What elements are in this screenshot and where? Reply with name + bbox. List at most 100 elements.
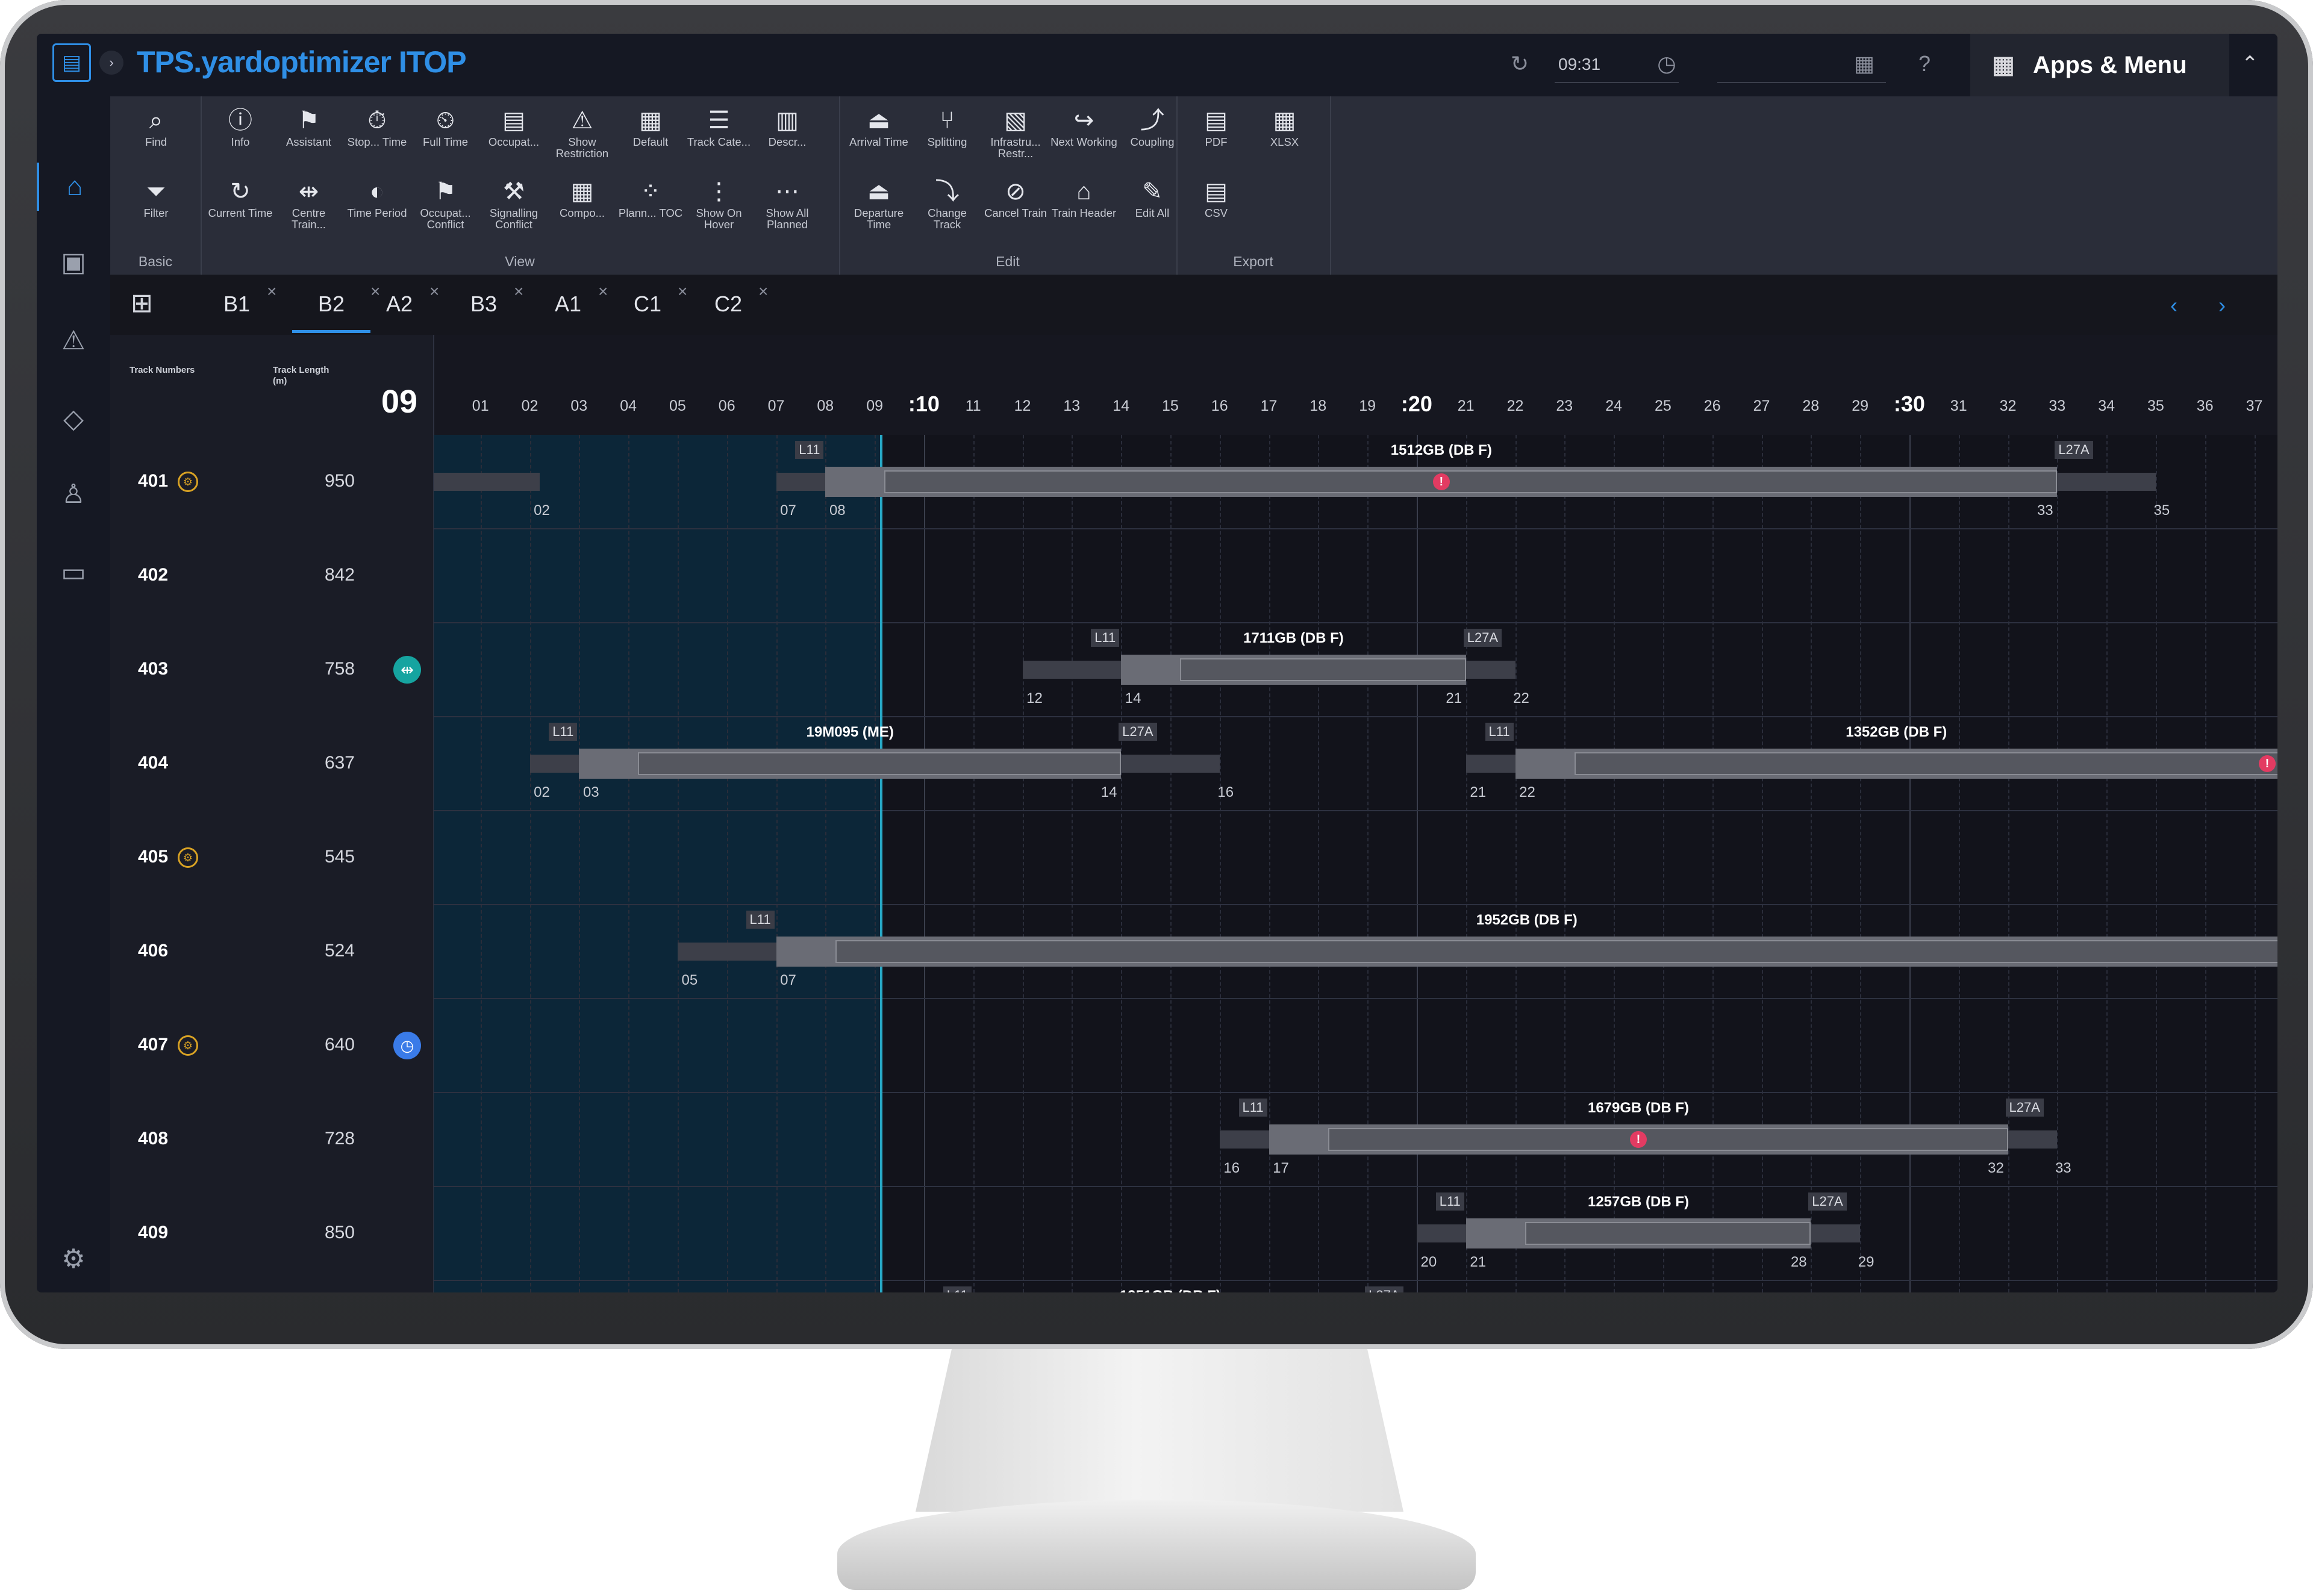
time-tick-label: 36 (2196, 397, 2214, 414)
ribbon-button-departure-time[interactable]: ⏏ Departure Time (845, 176, 913, 243)
track-warning-icon[interactable]: ⚙ (178, 1035, 198, 1056)
entry-line-tag: L11 (1238, 1099, 1267, 1117)
expand-nav-button[interactable]: › (99, 51, 123, 75)
tab-close-icon[interactable]: × (758, 282, 768, 301)
help-icon[interactable]: ? (1910, 49, 1939, 78)
apps-menu-label: Apps & Menu (2033, 51, 2187, 78)
ribbon-button-assistant[interactable]: ⚑ Assistant (275, 105, 343, 172)
train-icon[interactable]: ▣ (37, 238, 110, 286)
time-tick-label: 23 (1556, 397, 1573, 414)
ribbon-button-plann-toc[interactable]: ⁘ Plann... TOC (617, 176, 684, 243)
ribbon-button-default[interactable]: ▦ Default (617, 105, 684, 172)
time-period-icon: ◐ (369, 178, 385, 205)
conflict-alert-icon[interactable]: ! (1630, 1131, 1647, 1148)
clock-status-icon[interactable]: ◷ (393, 1032, 421, 1059)
train-departure-segment (2057, 473, 2156, 491)
route-icon[interactable]: ◇ (37, 394, 110, 443)
train-title: 1512GB (DB F) (1390, 442, 1492, 458)
ribbon-button-track-cate[interactable]: ☰ Track Cate... (685, 105, 753, 172)
ribbon-button-descr[interactable]: ▥ Descr... (754, 105, 821, 172)
warning-icon[interactable]: ⚠ (37, 316, 110, 364)
ribbon-button-xlsx[interactable]: ▦ XLSX (1251, 105, 1319, 172)
show-restriction-icon: ⚠ (571, 107, 593, 134)
occupat-conflict-icon: ⚑ (434, 178, 457, 205)
ribbon-button-arrival-time[interactable]: ⏏ Arrival Time (845, 105, 913, 172)
ribbon-button-centre-train[interactable]: ⇹ Centre Train... (275, 176, 343, 243)
ribbon-group-basic: Basic ⌕ Find ⏷ Filter (110, 96, 202, 275)
grid-line-horizontal (434, 1092, 2277, 1093)
entry-line-tag: L11 (1091, 629, 1120, 647)
ribbon-button-full-time[interactable]: ⏲ Full Time (412, 105, 479, 172)
ribbon-button-info[interactable]: ⓘ Info (207, 105, 274, 172)
ribbon-button-pdf[interactable]: ▤ PDF (1182, 105, 1250, 172)
ribbon-button-train-header[interactable]: ⌂ Train Header (1050, 176, 1118, 243)
ribbon-button-cancel-train[interactable]: ⊘ Cancel Train (982, 176, 1049, 243)
tab-a2[interactable]: A2 (375, 291, 423, 330)
ribbon-button-csv[interactable]: ▤ CSV (1182, 176, 1250, 243)
tab-c1[interactable]: C1 (623, 291, 672, 330)
ribbon-button-stop-time[interactable]: ⏱ Stop... Time (343, 105, 411, 172)
ribbon-button-filter[interactable]: ⏷ Filter (122, 176, 190, 243)
train-title: 1952GB (DB F) (1476, 912, 1578, 928)
hour-label: 09 (381, 384, 418, 420)
clock-icon[interactable]: ◷ (1652, 49, 1681, 78)
scroll-left-icon[interactable]: ‹ (2170, 293, 2177, 318)
conflict-alert-icon[interactable]: ! (1432, 473, 1450, 490)
tab-a1[interactable]: A1 (544, 291, 592, 330)
ribbon-button-signalling-conflict[interactable]: ⚒ Signalling Conflict (480, 176, 548, 243)
ribbon-button-next-working[interactable]: ↪ Next Working (1050, 105, 1118, 172)
track-warning-icon[interactable]: ⚙ (178, 847, 198, 868)
app-logo-icon[interactable]: ▤ (52, 43, 91, 82)
ribbon-button-time-period[interactable]: ◐ Time Period (343, 176, 411, 243)
ribbon-button-splitting[interactable]: ⑂ Splitting (914, 105, 981, 172)
tab-close-icon[interactable]: × (514, 282, 523, 301)
ribbon-button-label: Assistant (286, 136, 332, 148)
track-length: 524 (324, 941, 355, 961)
refresh-icon[interactable]: ↻ (1505, 49, 1534, 78)
timeline-plot[interactable]: 1512GB (DB F) L11 L27A! 07 08 33 35 1711GB (DB … (434, 435, 2277, 1292)
ribbon-button-occupat[interactable]: ▤ Occupat... (480, 105, 548, 172)
grid-line-vertical (1712, 435, 1714, 1292)
ribbon-group-export: Export ▤ PDF ▦ XLSX ▤ CSV (1176, 96, 1331, 275)
grid-line-vertical (923, 435, 925, 1292)
grid-line-vertical (726, 435, 728, 1292)
current-time-icon: ↻ (230, 178, 251, 205)
layout-grid-icon[interactable]: ⊞ (131, 288, 153, 319)
current-time-line (880, 435, 882, 1292)
ribbon-button-change-track[interactable]: ⤵ Change Track (914, 176, 981, 243)
split-status-icon[interactable]: ⇹ (393, 656, 421, 684)
track-length: 758 (324, 659, 355, 679)
status-column (379, 335, 434, 1292)
ribbon-button-infrastru-restr[interactable]: ▧ Infrastru... Restr... (982, 105, 1049, 172)
tab-b1[interactable]: B1 (213, 291, 261, 330)
home-icon[interactable]: ⌂ (37, 163, 110, 211)
ribbon-button-show-all-planned[interactable]: ⋯ Show All Planned (754, 176, 821, 243)
calendar-icon[interactable]: ▦ (1850, 49, 1879, 78)
tab-close-icon[interactable]: × (267, 282, 276, 301)
tab-b3[interactable]: B3 (460, 291, 508, 330)
train-approach-segment (434, 473, 540, 491)
ribbon-button-show-restriction[interactable]: ⚠ Show Restriction (549, 105, 616, 172)
scroll-right-icon[interactable]: › (2218, 293, 2226, 318)
tab-close-icon[interactable]: × (598, 282, 608, 301)
user-icon[interactable]: ♙ (37, 470, 110, 518)
tab-c2[interactable]: C2 (704, 291, 752, 330)
grid-line-vertical (1022, 435, 1024, 1292)
tab-close-icon[interactable]: × (678, 282, 687, 301)
ribbon-button-show-on-hover[interactable]: ⋮ Show On Hover (685, 176, 753, 243)
tab-close-icon[interactable]: × (429, 282, 439, 301)
apps-menu-button[interactable]: ▦ Apps & Menu (1970, 34, 2229, 96)
ribbon-group-title: View (505, 254, 535, 269)
ribbon-button-compo[interactable]: ▦ Compo... (549, 176, 616, 243)
collapse-ribbon-icon[interactable]: ⌃ (2241, 52, 2259, 76)
track-warning-icon[interactable]: ⚙ (178, 472, 198, 492)
messages-icon[interactable]: ▭ (37, 548, 110, 596)
ribbon-button-find[interactable]: ⌕ Find (122, 105, 190, 172)
settings-icon[interactable]: ⚙ (37, 1235, 110, 1283)
train-approach-segment (1466, 755, 1515, 773)
ribbon-button-occupat-conflict[interactable]: ⚑ Occupat... Conflict (412, 176, 479, 243)
ribbon-button-current-time[interactable]: ↻ Current Time (207, 176, 274, 243)
tab-b2[interactable]: B2 (292, 291, 370, 333)
grid-line-vertical (579, 435, 581, 1292)
conflict-alert-icon[interactable]: ! (2259, 755, 2276, 772)
